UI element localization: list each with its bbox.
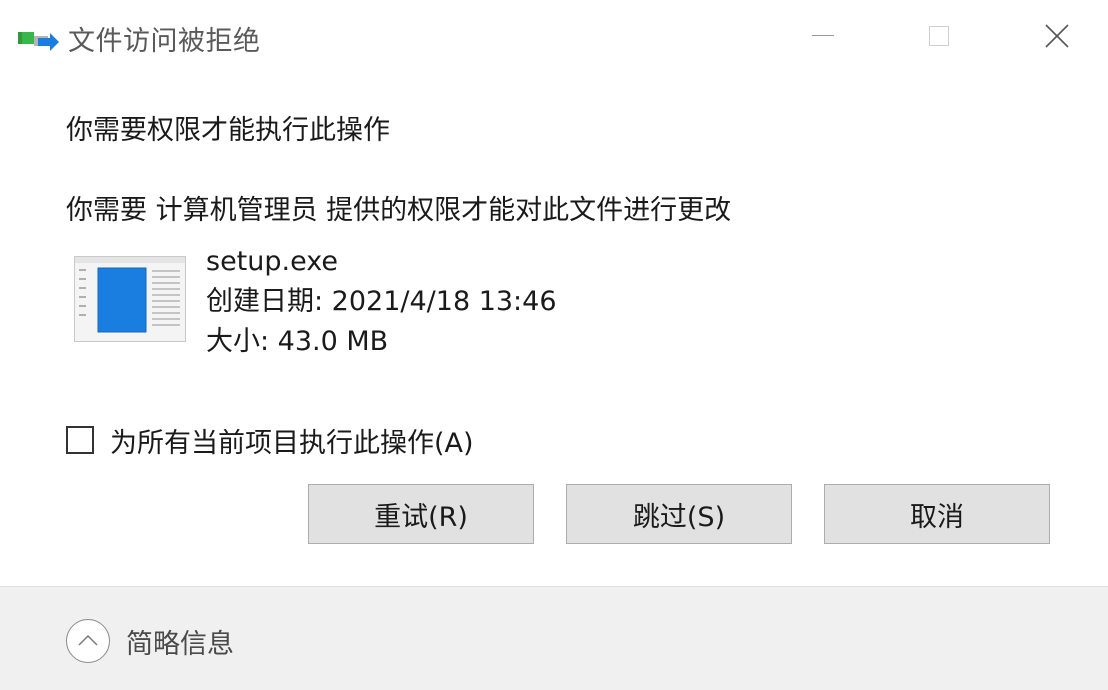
dialog-footer: 简略信息 [0, 587, 1108, 690]
fewer-details-toggle[interactable]: 简略信息 [66, 617, 234, 665]
apply-to-all-checkbox[interactable] [66, 426, 94, 454]
file-access-denied-dialog: 文件访问被拒绝 你需要权限才能执行此操作 你需要 计算机管理员 提供的权限才能对… [0, 0, 1108, 690]
file-created-date: 创建日期: 2021/4/18 13:46 [206, 286, 557, 317]
file-size: 大小: 43.0 MB [206, 326, 389, 357]
dialog-message: 你需要 计算机管理员 提供的权限才能对此文件进行更改 [66, 195, 732, 226]
close-button[interactable] [1022, 0, 1094, 72]
chevron-up-icon[interactable] [66, 619, 110, 663]
dialog-heading: 你需要权限才能执行此操作 [66, 115, 390, 146]
minimize-button[interactable] [788, 0, 860, 72]
file-move-icon [18, 28, 60, 54]
window-title: 文件访问被拒绝 [68, 26, 261, 57]
apply-to-all-label[interactable]: 为所有当前项目执行此操作(A) [110, 421, 474, 460]
title-bar[interactable]: 文件访问被拒绝 [0, 0, 1108, 76]
fewer-details-label[interactable]: 简略信息 [126, 622, 234, 661]
maximize-button[interactable] [904, 0, 976, 72]
apply-to-all-option[interactable]: 为所有当前项目执行此操作(A) [66, 421, 474, 460]
cancel-button[interactable]: 取消 [824, 484, 1050, 544]
retry-button[interactable]: 重试(R) [308, 484, 534, 544]
file-details: setup.exe 创建日期: 2021/4/18 13:46 大小: 43.0… [206, 242, 557, 362]
file-name: setup.exe [206, 246, 338, 277]
skip-button[interactable]: 跳过(S) [566, 484, 792, 544]
exe-file-icon [74, 256, 186, 342]
